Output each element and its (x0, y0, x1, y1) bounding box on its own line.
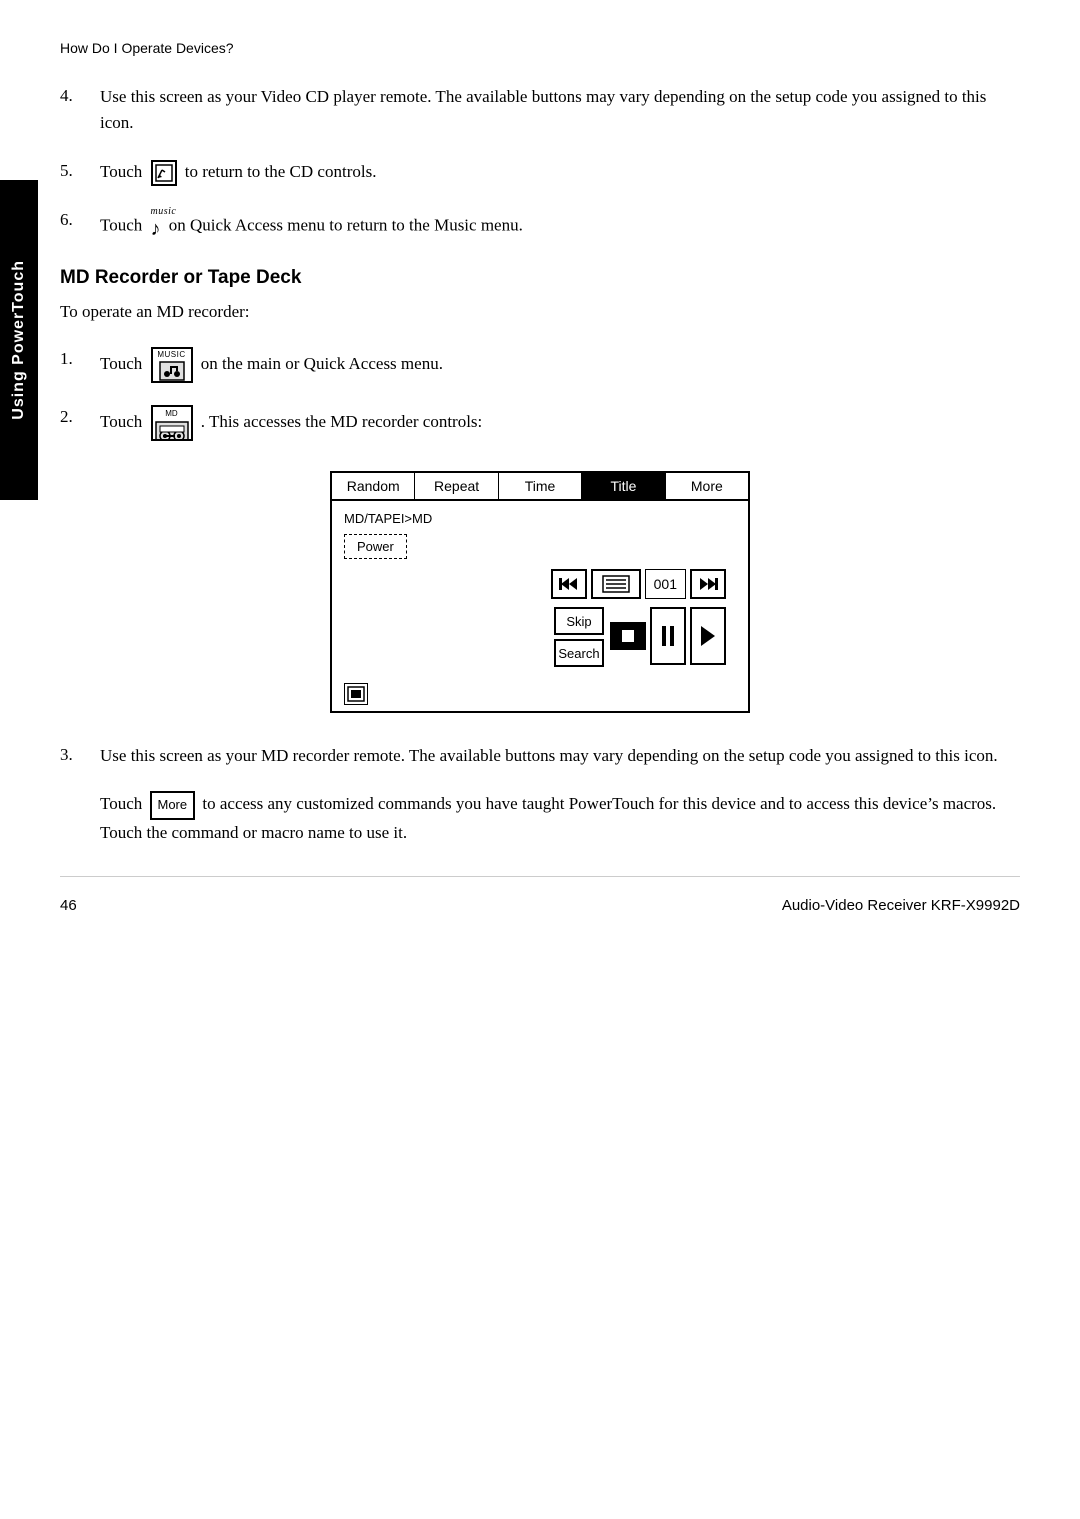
section-intro: To operate an MD recorder: (60, 299, 1020, 325)
md-tape-icon: MD (151, 405, 193, 441)
skip-back-btn[interactable] (551, 569, 587, 599)
md-screen-footer (332, 677, 748, 711)
md-item-number-2: 2. (60, 405, 100, 427)
list-item: 4. Use this screen as your Video CD play… (60, 84, 1020, 137)
item-content-4: Use this screen as your Video CD player … (100, 84, 1020, 137)
more-inline-button[interactable]: More (150, 791, 196, 819)
skip-btn[interactable]: Skip (554, 607, 604, 635)
md-path: MD/TAPEI>MD (344, 511, 736, 526)
item-5-after: to return to the CD controls. (185, 162, 377, 181)
touch-more-after: to access any customized commands you ha… (100, 794, 996, 841)
md-item-1-after: on the main or Quick Access menu. (201, 354, 443, 373)
side-tab: Using PowerTouch (0, 180, 38, 500)
md-power-btn[interactable]: Power (344, 534, 407, 559)
touch-label-5: Touch (100, 162, 142, 181)
stop-btn[interactable] (610, 622, 646, 650)
item-number-3: 3. (60, 743, 100, 765)
touch-label-md1: Touch (100, 354, 142, 373)
list-item: 2. Touch MD (60, 405, 1020, 441)
md-bottom-row: Skip Search (344, 607, 736, 667)
list-item: 6. Touch music ♪ on Quick Access menu to… (60, 208, 1020, 245)
skip-search-group: Skip Search (554, 607, 604, 667)
md-toolbar-repeat[interactable]: Repeat (415, 473, 498, 499)
breadcrumb: How Do I Operate Devices? (60, 40, 1020, 56)
item-number-4: 4. (60, 84, 100, 106)
md-footer-icon (344, 683, 368, 705)
list-item: 5. Touch to return to the CD controls. (60, 159, 1020, 186)
menu-btn[interactable] (591, 569, 641, 599)
item-number-6: 6. (60, 208, 100, 230)
touch-more-paragraph: Touch More to access any customized comm… (100, 791, 1020, 846)
item-6-mid: on Quick Access menu to return to the Mu… (169, 215, 523, 234)
section-heading: MD Recorder or Tape Deck (60, 267, 1020, 289)
md-toolbar-time[interactable]: Time (499, 473, 582, 499)
touch-more-label: Touch (100, 794, 142, 813)
item-content-3: Use this screen as your MD recorder remo… (100, 743, 1020, 769)
md-item-number-1: 1. (60, 347, 100, 369)
touch-label-md2: Touch (100, 412, 142, 431)
md-item-content-2: Touch MD (100, 405, 1020, 441)
md-toolbar-more[interactable]: More (666, 473, 748, 499)
music-quick-access-icon: music ♪ (151, 208, 161, 245)
md-toolbar-random[interactable]: Random (332, 473, 415, 499)
md-toolbar: Random Repeat Time Title More (332, 473, 748, 501)
playback-controls (610, 607, 726, 665)
md-screen: Random Repeat Time Title More MD/TAPEI>M… (330, 471, 750, 713)
touch-label-6: Touch (100, 215, 142, 234)
pause-btn[interactable] (650, 607, 686, 665)
cd-icon (151, 160, 177, 186)
page-footer: 46 Audio-Video Receiver KRF-X9992D (60, 876, 1020, 944)
side-tab-label: Using PowerTouch (10, 260, 28, 420)
track-number: 001 (645, 569, 686, 599)
item-content-5: Touch to return to the CD controls. (100, 159, 1020, 186)
music-menu-icon: MUSIC (151, 347, 193, 383)
skip-fwd-btn[interactable] (690, 569, 726, 599)
md-item-2-after: . This accesses the MD recorder controls… (201, 412, 483, 431)
md-toolbar-title[interactable]: Title (582, 473, 665, 499)
md-screen-body: MD/TAPEI>MD Power (332, 501, 748, 677)
play-btn[interactable] (690, 607, 726, 665)
product-name: Audio-Video Receiver KRF-X9992D (782, 897, 1020, 914)
item-content-6: Touch music ♪ on Quick Access menu to re… (100, 208, 1020, 245)
md-item-content-1: Touch MUSIC (100, 347, 1020, 383)
md-controls-row: 001 (344, 569, 736, 599)
list-item: 1. Touch MUSIC (60, 347, 1020, 383)
list-item-3: 3. Use this screen as your MD recorder r… (60, 743, 1020, 769)
page-number: 46 (60, 897, 77, 914)
item-number-5: 5. (60, 159, 100, 181)
search-btn[interactable]: Search (554, 639, 604, 667)
